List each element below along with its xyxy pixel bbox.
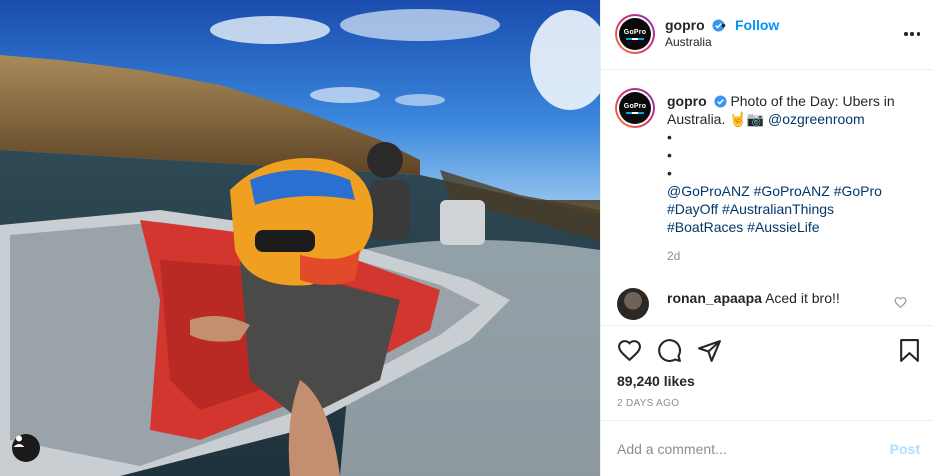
follow-separator: • <box>721 17 726 33</box>
post-header: GoPro gopro • Follow Australia <box>601 0 933 70</box>
caption-bullet: • <box>667 165 672 181</box>
comment-like-icon[interactable] <box>894 296 907 309</box>
caption-bullet: • <box>667 129 672 145</box>
bookmark-icon[interactable] <box>897 338 922 363</box>
location-link[interactable]: Australia <box>665 35 712 49</box>
comment-body: Aced it bro!! <box>765 290 840 306</box>
verified-badge-icon <box>714 95 727 108</box>
gopro-logo-icon: GoPro <box>619 92 651 124</box>
caption-time-ago: 2d <box>667 249 681 263</box>
caption-hashtags[interactable]: @GoProANZ #GoProANZ #GoPro <box>667 183 882 199</box>
caption-bullet: • <box>667 147 672 163</box>
post-side-panel: GoPro gopro • Follow Australia GoPro gop… <box>600 0 933 476</box>
header-username[interactable]: gopro <box>665 17 705 33</box>
logo-text: GoPro <box>623 28 647 36</box>
action-bar <box>601 334 933 370</box>
post-comment-button[interactable]: Post <box>890 441 920 457</box>
follow-button[interactable]: Follow <box>735 17 779 33</box>
caption-section: GoPro gopro Photo of the Day: Ubers in A… <box>601 71 933 277</box>
gopro-logo-icon: GoPro <box>619 18 651 50</box>
comment-row: ronan_apaapa Aced it bro!! <box>601 282 933 326</box>
comment-input[interactable] <box>617 439 877 459</box>
post-date: 2 DAYS AGO <box>617 398 680 409</box>
caption-avatar[interactable]: GoPro <box>615 88 655 128</box>
caption-hashtags[interactable]: #DayOff #AustralianThings <box>667 201 834 217</box>
header-username-row: gopro <box>665 17 725 33</box>
caption-hashtags[interactable]: #BoatRaces #AussieLife <box>667 219 820 235</box>
paper-plane-icon[interactable] <box>697 338 722 363</box>
commenter-avatar[interactable] <box>617 288 649 320</box>
heart-icon[interactable] <box>617 338 642 363</box>
more-options-icon[interactable] <box>904 26 920 42</box>
photo-scene <box>0 0 600 476</box>
caption-username[interactable]: gopro <box>667 93 707 109</box>
comment-username[interactable]: ronan_apaapa <box>667 290 762 306</box>
caption-mention[interactable]: @ozgreenroom <box>768 111 865 127</box>
user-tag-icon[interactable] <box>12 434 40 462</box>
caption-text: gopro Photo of the Day: Ubers in Austral… <box>667 92 917 236</box>
header-avatar[interactable]: GoPro <box>615 14 655 54</box>
comment-text: ronan_apaapa Aced it bro!! <box>667 290 840 306</box>
add-comment-bar: Post <box>601 420 933 476</box>
likes-count[interactable]: 89,240 likes <box>617 373 695 389</box>
speech-bubble-icon[interactable] <box>657 338 682 363</box>
post-photo[interactable] <box>0 0 600 476</box>
logo-text: GoPro <box>623 102 647 110</box>
